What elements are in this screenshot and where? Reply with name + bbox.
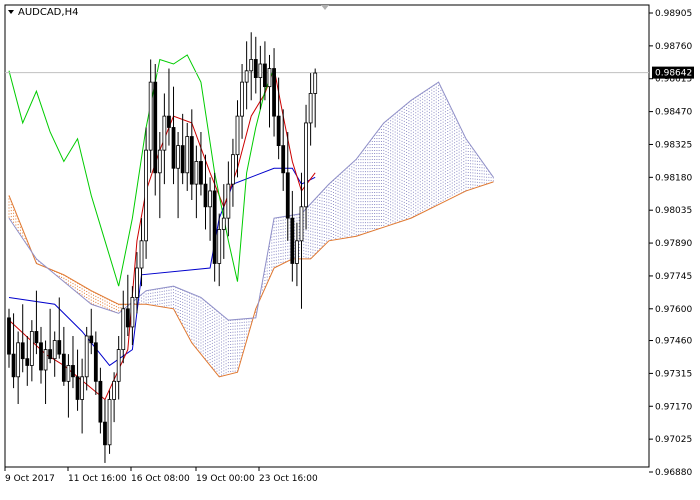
candle-body xyxy=(308,93,313,124)
ichimoku-chart[interactable]: 0.989050.987600.986150.984700.983250.981… xyxy=(0,0,700,500)
y-tick-label: 0.98905 xyxy=(655,9,692,19)
candle-body xyxy=(185,136,190,174)
candle-body xyxy=(304,122,308,208)
candle-body xyxy=(148,81,153,151)
current-price-tag: 0.98642 xyxy=(652,66,694,79)
candle-body xyxy=(267,68,272,88)
candle-body xyxy=(263,63,267,88)
y-tick-label: 0.97170 xyxy=(655,402,692,412)
candle-body xyxy=(313,72,318,94)
candle-body xyxy=(226,183,231,219)
candle-body xyxy=(103,421,107,446)
candle-body xyxy=(20,342,25,360)
symbol-title: AUDCAD,H4 xyxy=(18,7,78,18)
candle-body xyxy=(157,149,162,174)
candle-body xyxy=(130,297,135,328)
candle-body xyxy=(52,340,57,360)
y-tick-label: 0.98035 xyxy=(655,206,692,216)
candle-body xyxy=(180,145,185,174)
candle-body xyxy=(48,349,53,360)
candle-body xyxy=(235,115,240,156)
candle-body xyxy=(171,127,176,169)
candle-body xyxy=(199,161,203,185)
candle-body xyxy=(285,172,290,219)
candle-body xyxy=(221,217,226,230)
candle-body xyxy=(116,349,121,382)
candle-body xyxy=(272,68,276,117)
x-tick-label: 23 Oct 16:00 xyxy=(259,474,318,484)
candle-body xyxy=(121,308,126,350)
y-tick-label: 0.97315 xyxy=(655,369,692,379)
y-tick-label: 0.97025 xyxy=(655,435,692,445)
candle-body xyxy=(167,115,171,128)
candle-body xyxy=(295,240,299,264)
candle-body xyxy=(34,331,39,344)
candle-body xyxy=(25,358,30,366)
candle-body xyxy=(244,70,249,83)
chart-title: AUDCAD,H4 xyxy=(8,7,78,18)
x-axis: 9 Oct 2017 11 Oct 16:00 16 Oct 08:00 19 Oct… xyxy=(4,467,318,484)
candle-body xyxy=(7,317,11,355)
y-tick-label: 0.97460 xyxy=(655,337,692,347)
candle-body xyxy=(43,349,48,371)
candle-body xyxy=(144,149,149,242)
candle-body xyxy=(153,81,158,174)
candle-body xyxy=(208,190,212,208)
candle-body xyxy=(11,353,16,378)
candle-body xyxy=(61,353,66,382)
current-price-label: 0.98642 xyxy=(655,69,692,79)
candle-body xyxy=(112,380,117,400)
candle-body xyxy=(203,183,208,208)
candle-body xyxy=(75,376,80,400)
x-tick-label: 9 Oct 2017 xyxy=(5,474,55,484)
candle-body xyxy=(240,81,244,117)
candle-body xyxy=(194,161,199,185)
candle-body xyxy=(281,145,286,174)
candle-body xyxy=(139,240,144,269)
candle-body xyxy=(16,342,21,378)
y-tick-label: 0.98325 xyxy=(655,140,692,150)
candle-body xyxy=(299,206,304,242)
candle-body xyxy=(66,365,71,382)
y-tick-label: 0.96880 xyxy=(655,468,692,478)
x-tick-label: 11 Oct 16:00 xyxy=(68,474,127,484)
candle-body xyxy=(29,331,34,366)
candle-body xyxy=(258,63,263,79)
candle-body xyxy=(125,308,130,328)
y-tick-label: 0.98180 xyxy=(655,173,692,183)
y-tick-label: 0.97745 xyxy=(655,272,692,282)
candle-body xyxy=(93,342,98,382)
candle-body xyxy=(135,267,139,298)
candle-body xyxy=(84,335,89,378)
candle-body xyxy=(276,115,281,146)
candle-body xyxy=(89,335,94,344)
candle-body xyxy=(212,190,217,264)
candle-body xyxy=(231,154,235,185)
y-tick-label: 0.98470 xyxy=(655,108,692,118)
candle-body xyxy=(98,380,103,423)
candle-body xyxy=(253,59,258,79)
candle-body xyxy=(217,229,222,264)
candle-body xyxy=(176,145,180,169)
candle-body xyxy=(57,340,62,355)
candle-body xyxy=(71,365,75,378)
candle-body xyxy=(290,217,295,264)
candle-body xyxy=(80,376,85,400)
y-axis: 0.989050.987600.986150.984700.983250.981… xyxy=(649,9,692,478)
candle-body xyxy=(162,115,167,151)
candle-body xyxy=(249,59,254,72)
y-tick-label: 0.97600 xyxy=(655,305,692,315)
candle-body xyxy=(189,136,194,185)
y-tick-label: 0.98760 xyxy=(655,42,692,52)
candle-body xyxy=(107,399,112,446)
y-tick-label: 0.97890 xyxy=(655,239,692,249)
x-tick-label: 19 Oct 00:00 xyxy=(196,474,255,484)
x-tick-label: 16 Oct 08:00 xyxy=(131,474,190,484)
candle-body xyxy=(39,342,43,371)
